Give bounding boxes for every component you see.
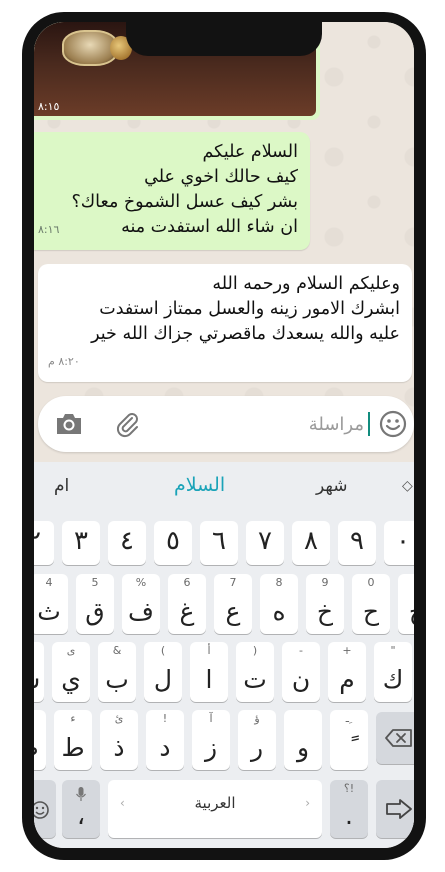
key[interactable]: ئذ xyxy=(100,710,138,770)
key[interactable]: س xyxy=(34,642,44,702)
right-arrow-icon: › xyxy=(305,796,310,810)
key[interactable]: ٨ xyxy=(292,521,330,565)
key[interactable]: ٣ xyxy=(62,521,100,565)
key[interactable]: گظ xyxy=(34,710,46,770)
key[interactable]: ) ت xyxy=(236,642,274,702)
message-time: ٨:٢٠ م xyxy=(48,355,80,368)
expand-suggestions-icon[interactable]: ◇ xyxy=(402,478,413,494)
message-line: عليه والله يسعدك ماقصرتي جزاك الله خير xyxy=(91,324,400,344)
key[interactable]: ءط xyxy=(54,710,92,770)
key[interactable]: ٤ xyxy=(108,521,146,565)
key[interactable]: + م xyxy=(328,642,366,702)
key[interactable]: & ب xyxy=(98,642,136,702)
key[interactable]: ﷲج xyxy=(398,574,414,634)
text-caret xyxy=(368,412,370,436)
key[interactable]: ٩ xyxy=(338,521,376,565)
message-line: ان شاء الله استفدت منه xyxy=(121,217,298,237)
key[interactable]: ٦ xyxy=(200,521,238,565)
message-line: السلام عليكم xyxy=(202,142,298,162)
message-line: ابشرك الامور زينه والعسل ممتاز استفدت xyxy=(99,299,400,319)
emoji-icon[interactable] xyxy=(378,409,408,439)
key[interactable]: 4ث xyxy=(34,574,68,634)
key[interactable]: أا xyxy=(190,642,228,702)
key[interactable]: آز xyxy=(192,710,230,770)
outgoing-message[interactable]: السلام عليكم كيف حالك اخوي علي بشر كيف ع… xyxy=(34,132,310,250)
message-input[interactable] xyxy=(204,406,364,442)
key[interactable]: ىي xyxy=(52,642,90,702)
key[interactable]: % ف xyxy=(122,574,160,634)
key[interactable]: 7ع xyxy=(214,574,252,634)
key[interactable]: ! د xyxy=(146,710,184,770)
message-time: ٨:١٦ xyxy=(38,223,60,236)
suggestion-bar: ام السلام شهر ◇ xyxy=(34,462,414,514)
suggestion-item[interactable]: شهر xyxy=(316,476,347,496)
camera-notch xyxy=(126,22,322,56)
enter-arrow-icon xyxy=(386,799,412,819)
emoji-icon xyxy=(34,801,49,819)
suggestion-item[interactable]: ام xyxy=(54,476,69,496)
key[interactable]: ٢ xyxy=(34,521,54,565)
key[interactable]: 0ح xyxy=(352,574,390,634)
period-key[interactable]: ؟! . xyxy=(330,780,368,838)
key[interactable]: " ك xyxy=(374,642,412,702)
key[interactable]: 9خ xyxy=(306,574,344,634)
key[interactable]: 8ه xyxy=(260,574,298,634)
key[interactable]: ٠ xyxy=(384,521,414,565)
camera-icon[interactable] xyxy=(54,410,84,438)
suggestion-item[interactable]: السلام xyxy=(174,474,225,496)
key[interactable]: 6غ xyxy=(168,574,206,634)
backspace-icon xyxy=(385,729,412,747)
backspace-button[interactable] xyxy=(376,712,414,764)
message-line: كيف حالك اخوي علي xyxy=(144,167,298,187)
emoji-key[interactable] xyxy=(34,780,56,838)
space-bar[interactable]: ‹ العربية › xyxy=(108,780,322,838)
key[interactable]: ٥ xyxy=(154,521,192,565)
compose-bar xyxy=(38,396,414,452)
key[interactable]: (ل xyxy=(144,642,182,702)
enter-button[interactable] xyxy=(376,780,414,838)
key[interactable]: 5ق xyxy=(76,574,114,634)
message-line: بشر كيف عسل الشموخ معاك؟ xyxy=(71,192,298,212)
keyboard: ام السلام شهر ◇ ٢ ٣ ٤ ٥ ٦ ٧ ٨ ٩ ٠ 4ث 5ق … xyxy=(34,462,414,848)
message-line: وعليكم السلام ورحمه الله xyxy=(212,274,400,294)
incoming-message[interactable]: وعليكم السلام ورحمه الله ابشرك الامور زي… xyxy=(38,264,412,382)
key[interactable]: ٧ xyxy=(246,521,284,565)
screen: ٨:١٥ السلام عليكم كيف حالك اخوي علي بشر … xyxy=(34,22,414,848)
key[interactable]: ؤر xyxy=(238,710,276,770)
hamza-key[interactable]: ـ ًِ xyxy=(330,710,368,770)
paperclip-icon[interactable] xyxy=(112,409,142,439)
message-time: ٨:١٥ xyxy=(38,100,60,113)
key[interactable]: و xyxy=(284,710,322,770)
microphone-icon xyxy=(76,787,86,801)
key[interactable]: -ن xyxy=(282,642,320,702)
comma-key[interactable]: ، xyxy=(62,780,100,838)
